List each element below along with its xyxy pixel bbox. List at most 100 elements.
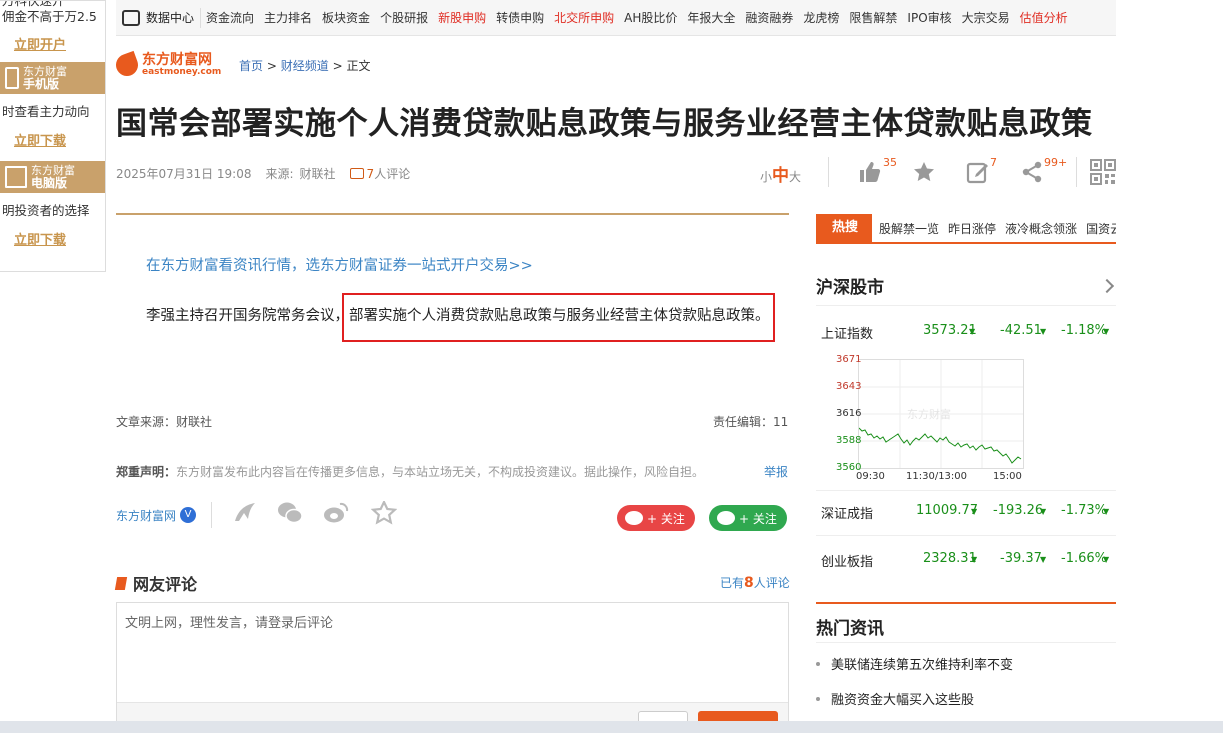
market-heading[interactable]: 沪深股市: [816, 273, 1116, 298]
market-heading-text: 沪深股市: [816, 278, 884, 298]
thumbs-up-icon[interactable]: [858, 160, 882, 184]
favorite-share-icon[interactable]: [371, 501, 397, 525]
index-name: 创业板指: [821, 555, 874, 570]
nav-item[interactable]: 主力排名: [264, 9, 312, 26]
data-center-home[interactable]: 数据中心: [116, 7, 202, 28]
breadcrumb: 首页 > 财经频道 > 正文: [239, 57, 370, 74]
breadcrumb-current: 正文: [346, 59, 371, 73]
edit-icon[interactable]: [966, 160, 990, 184]
font-medium[interactable]: 中: [772, 166, 789, 186]
report-link[interactable]: 举报: [764, 463, 788, 480]
chart-y-label: 3643: [836, 381, 862, 392]
wechat-share-icon[interactable]: [277, 501, 303, 525]
comments-count-link[interactable]: 已有8人评论: [720, 574, 790, 591]
chart-x-label: 15:00: [993, 471, 1022, 482]
mobile-app-band: 东方财富 手机版: [0, 62, 105, 94]
share-icon[interactable]: [1020, 160, 1044, 184]
index-price: 2328.31: [923, 551, 977, 566]
nav-item[interactable]: 新股申购: [438, 9, 486, 26]
weibo-follow-label: + 关注: [647, 511, 685, 526]
font-large[interactable]: 大: [789, 170, 801, 184]
index-pct: -1.73%: [1061, 503, 1107, 518]
hot-news-item[interactable]: 融资资金大幅买入这些股: [831, 689, 974, 708]
divider: [816, 305, 1116, 306]
author-link[interactable]: 东方财富网 V: [116, 507, 197, 524]
hot-search-bar: 热搜 股解禁一览 昨日涨停 液冷概念领涨 国资云: [816, 214, 1116, 244]
phone-icon: [5, 67, 19, 89]
nav-item[interactable]: 资金流向: [206, 9, 254, 26]
nav-item[interactable]: AH股比价: [624, 9, 677, 26]
hot-search-item[interactable]: 国资云: [1086, 220, 1116, 237]
index-pct: -1.18%: [1061, 323, 1107, 338]
pc-app-band: 东方财富 电脑版: [0, 161, 105, 193]
index-change: -42.51: [1000, 323, 1042, 338]
nav-item[interactable]: IPO审核: [907, 9, 951, 26]
breadcrumb-channel[interactable]: 财经频道: [281, 59, 329, 73]
disclaimer-label: 郑重声明：: [116, 465, 177, 479]
wechat-follow-label: + 关注: [739, 511, 777, 526]
index-change: -193.26: [993, 503, 1044, 518]
down-arrow-icon: ▼: [971, 555, 978, 564]
author-name: 东方财富网: [116, 508, 177, 523]
mobile-band-line2: 手机版: [23, 77, 60, 91]
weibo-follow-button[interactable]: + 关注: [617, 505, 695, 531]
article-source-line: 文章来源：财联社: [116, 415, 213, 429]
wechat-follow-button[interactable]: + 关注: [709, 505, 787, 531]
nav-item[interactable]: 板块资金: [322, 9, 370, 26]
qr-code-icon[interactable]: [1090, 159, 1116, 185]
verified-badge-icon: V: [180, 507, 197, 523]
count-prefix: 已有: [720, 576, 745, 590]
nav-item[interactable]: 转债申购: [496, 9, 544, 26]
disclaimer-text: 东方财富发布此内容旨在传播更多信息，与本站立场无关，不构成投资建议。据此操作，风…: [176, 465, 705, 479]
article-actions: 35 7 99+: [858, 156, 1088, 188]
chevron-right-icon: [1099, 278, 1115, 293]
font-small[interactable]: 小: [760, 170, 772, 184]
nav-item[interactable]: 年报大全: [687, 9, 735, 26]
promo-lede-link[interactable]: 在东方财富看资讯行情，选东方财富证券一站式开户交易>>: [146, 254, 533, 275]
weibo-share-icon[interactable]: [323, 501, 349, 525]
data-center-label: 数据中心: [146, 11, 195, 25]
index-price: 11009.77: [916, 503, 979, 518]
down-arrow-icon: ▼: [1103, 327, 1110, 336]
intraday-chart[interactable]: 东方财富: [858, 359, 1024, 469]
article-meta: 2025年07月31日 19:08 来源: 财联社 7 人评论: [116, 165, 410, 182]
bullet-icon: [816, 697, 820, 701]
index-change: -39.37: [1000, 551, 1042, 566]
font-size-switch: 小中大: [760, 161, 801, 186]
site-logo[interactable]: 东方财富网 eastmoney.com: [112, 50, 221, 80]
chart-y-label: 3671: [836, 354, 862, 365]
comment-icon: [349, 168, 364, 179]
nav-item[interactable]: 北交所申购: [554, 9, 614, 26]
nav-item[interactable]: 个股研报: [380, 9, 428, 26]
wechat-icon: [717, 511, 735, 525]
comment-count: 7: [366, 166, 375, 181]
responsible-editor: 责任编辑：11: [713, 415, 789, 429]
nav-item[interactable]: 龙虎榜: [803, 9, 839, 26]
down-arrow-icon: ▼: [1040, 327, 1047, 336]
hot-search-item[interactable]: 昨日涨停: [948, 220, 996, 237]
breadcrumb-home[interactable]: 首页: [239, 59, 263, 73]
comment-link[interactable]: 7 人评论: [349, 165, 410, 182]
hot-news-item[interactable]: 美联储连续第五次维持利率不变: [831, 654, 1013, 673]
mobile-desc: 时查看主力动向: [2, 104, 90, 119]
down-arrow-icon: ▼: [971, 507, 978, 516]
pc-band-line2: 电脑版: [31, 176, 68, 190]
nav-item[interactable]: 限售解禁: [849, 9, 897, 26]
chart-x-label: 11:30/13:00: [906, 471, 968, 482]
hot-search-item[interactable]: 股解禁一览: [879, 220, 939, 237]
star-icon[interactable]: [912, 160, 936, 184]
pc-download-link[interactable]: 立即下载: [0, 229, 80, 248]
hot-search-item[interactable]: 液冷概念领涨: [1005, 220, 1077, 237]
publish-time: 2025年07月31日 19:08: [116, 167, 252, 181]
open-account-link[interactable]: 立即开户: [0, 34, 80, 53]
data-center-icon: [122, 9, 140, 26]
mobile-download-link[interactable]: 立即下载: [0, 130, 80, 149]
weibo-icon: [625, 511, 643, 525]
logo-cn: 东方财富网: [142, 52, 212, 68]
eastmoney-share-icon[interactable]: [232, 501, 258, 525]
promo-line-1: 万科快速开: [2, 0, 65, 8]
nav-item[interactable]: 估值分析: [1020, 9, 1068, 26]
nav-item[interactable]: 融资融券: [745, 9, 793, 26]
nav-item[interactable]: 大宗交易: [962, 9, 1010, 26]
down-arrow-icon: ▼: [1103, 507, 1110, 516]
